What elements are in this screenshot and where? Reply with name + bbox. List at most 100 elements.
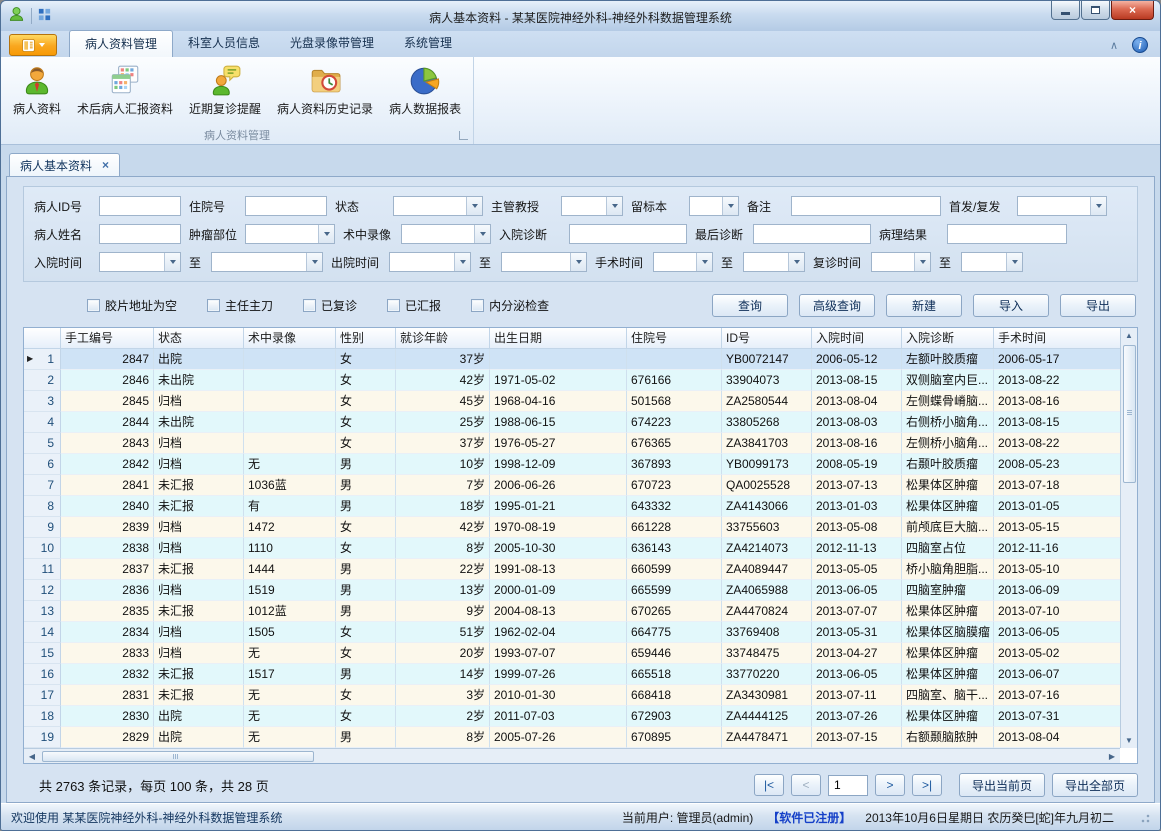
chevron-down-icon[interactable] [318,225,334,243]
vertical-scrollbar[interactable]: ▲ ▼ [1120,328,1137,748]
patient-name-input[interactable] [99,224,181,244]
table-row[interactable]: 112837未汇报1444男22岁1991-08-13660599ZA40894… [24,559,1120,580]
revisit-date-to-select[interactable] [961,252,1023,272]
chevron-down-icon[interactable] [474,225,490,243]
final-diagnosis-input[interactable] [753,224,871,244]
collapse-ribbon-icon[interactable]: ∧ [1110,39,1118,52]
table-row[interactable]: 92839归档1472女42岁1970-08-19661228337556032… [24,517,1120,538]
surgery-date-to-select[interactable] [743,252,805,272]
column-header-visit-age[interactable]: 就诊年龄 [396,328,490,348]
scroll-left-icon[interactable]: ◀ [24,749,40,764]
first-or-relapse-select[interactable] [1017,196,1107,216]
column-header-admission-date[interactable]: 入院时间 [812,328,902,348]
table-row[interactable]: 42844未出院女25岁1988-06-15674223338052682013… [24,412,1120,433]
ribbon-button-patient-history[interactable]: 病人资料历史记录 [269,60,381,126]
vertical-scrollbar-thumb[interactable] [1123,345,1136,483]
chief-professor-select[interactable] [561,196,623,216]
next-page-button[interactable]: > [875,774,905,796]
ribbon-button-patient-data[interactable]: 病人资料 [5,60,69,126]
app-icon[interactable] [7,5,26,27]
revisit-date-from-select[interactable] [871,252,931,272]
status-select[interactable] [393,196,483,216]
last-page-button[interactable]: >| [912,774,942,796]
minimize-button[interactable] [1051,1,1080,20]
table-row[interactable]: 72841未汇报1036蓝男7岁2006-06-26670723QA002552… [24,475,1120,496]
remark-input[interactable] [791,196,941,216]
chevron-down-icon[interactable] [696,253,712,271]
ribbon-button-patient-report[interactable]: 病人数据报表 [381,60,469,126]
quick-access-icon[interactable] [37,7,52,25]
table-row[interactable]: 162832未汇报1517男14岁1999-07-266655183377022… [24,664,1120,685]
column-header-admission-diagnosis[interactable]: 入院诊断 [902,328,994,348]
chevron-down-icon[interactable] [1090,197,1106,215]
ribbon-tab-2[interactable]: 科室人员信息 [173,30,275,57]
table-row[interactable]: 82840未汇报有男18岁1995-01-21643332ZA414306620… [24,496,1120,517]
application-menu-button[interactable] [9,34,57,56]
maximize-button[interactable] [1081,1,1110,20]
chevron-down-icon[interactable] [466,197,482,215]
admission-no-input[interactable] [245,196,327,216]
column-header-id-no[interactable]: ID号 [722,328,812,348]
table-row[interactable]: 52843归档女37岁1976-05-27676365ZA38417032013… [24,433,1120,454]
scroll-right-icon[interactable]: ▶ [1104,749,1120,764]
prev-page-button[interactable]: < [791,774,821,796]
film-address-empty-checkbox[interactable] [87,299,100,312]
tumor-site-select[interactable] [245,224,335,244]
table-row[interactable]: 152833归档无女20岁1993-07-0765944633748475201… [24,643,1120,664]
chevron-down-icon[interactable] [722,197,738,215]
registered-status[interactable]: 【软件已注册】 [767,809,851,826]
revisited-checkbox[interactable] [303,299,316,312]
table-row[interactable]: 142834归档1505女51岁1962-02-0466477533769408… [24,622,1120,643]
column-header-gender[interactable]: 性别 [336,328,396,348]
ribbon-tab-1[interactable]: 病人资料管理 [69,30,173,57]
table-row[interactable]: 122836归档1519男13岁2000-01-09665599ZA406598… [24,580,1120,601]
ribbon-tab-4[interactable]: 系统管理 [389,30,467,57]
export-button[interactable]: 导出 [1060,294,1136,317]
reported-checkbox[interactable] [387,299,400,312]
column-header-surgery-date[interactable]: 手术时间 [994,328,1124,348]
tab-close-icon[interactable]: × [102,159,109,171]
chevron-down-icon[interactable] [306,253,322,271]
advanced-query-button[interactable]: 高级查询 [799,294,875,317]
chevron-down-icon[interactable] [606,197,622,215]
column-header-manual-no[interactable]: 手工编号 [61,328,154,348]
admission-date-to-select[interactable] [211,252,323,272]
scroll-up-icon[interactable]: ▲ [1121,328,1137,343]
scroll-down-icon[interactable]: ▼ [1121,733,1137,748]
table-row[interactable]: 32845归档女45岁1968-04-16501568ZA25805442013… [24,391,1120,412]
chevron-down-icon[interactable] [164,253,180,271]
table-row[interactable]: 132835未汇报1012蓝男9岁2004-08-13670265ZA44708… [24,601,1120,622]
column-header-birth-date[interactable]: 出生日期 [490,328,627,348]
ribbon-tab-3[interactable]: 光盘录像带管理 [275,30,389,57]
import-button[interactable]: 导入 [973,294,1049,317]
patient-id-input[interactable] [99,196,181,216]
table-row[interactable]: 1▶2847出院女37岁YB00721472006-05-12左额叶胶质瘤200… [24,349,1120,370]
table-row[interactable]: 182830出院无女2岁2011-07-03672903ZA4444125201… [24,706,1120,727]
chevron-down-icon[interactable] [914,253,930,271]
surgery-date-from-select[interactable] [653,252,713,272]
ribbon-button-postop-report-data[interactable]: 术后病人汇报资料 [69,60,181,126]
tab-patient-basic-data[interactable]: 病人基本资料 × [9,153,120,176]
endocrine-check-checkbox[interactable] [471,299,484,312]
close-button[interactable]: × [1111,1,1154,20]
query-button[interactable]: 查询 [712,294,788,317]
dialog-launcher-icon[interactable] [459,131,468,140]
resize-grip[interactable] [1138,811,1150,823]
chevron-down-icon[interactable] [454,253,470,271]
discharge-date-from-select[interactable] [389,252,471,272]
info-icon[interactable]: i [1132,37,1148,53]
export-all-pages-button[interactable]: 导出全部页 [1052,773,1138,797]
admission-diagnosis-input[interactable] [569,224,687,244]
ribbon-button-revisit-reminder[interactable]: 近期复诊提醒 [181,60,269,126]
horizontal-scrollbar[interactable]: ◀ ▶ [24,748,1120,763]
table-row[interactable]: 62842归档无男10岁1998-12-09367893YB0099173200… [24,454,1120,475]
pathology-result-input[interactable] [947,224,1067,244]
chief-operated-checkbox[interactable] [207,299,220,312]
chevron-down-icon[interactable] [788,253,804,271]
export-current-page-button[interactable]: 导出当前页 [959,773,1045,797]
column-header-admission-no[interactable]: 住院号 [627,328,722,348]
horizontal-scrollbar-thumb[interactable] [42,751,314,762]
new-button[interactable]: 新建 [886,294,962,317]
table-row[interactable]: 192829出院无男8岁2005-07-26670895ZA4478471201… [24,727,1120,748]
intraop-video-select[interactable] [401,224,491,244]
